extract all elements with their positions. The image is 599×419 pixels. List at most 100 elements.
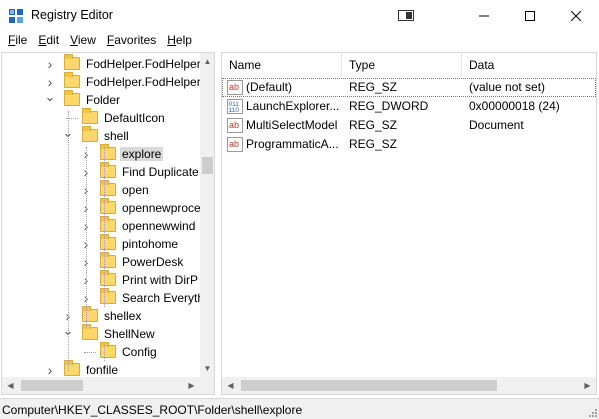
tree-node[interactable]: › pintohome: [2, 234, 200, 253]
folder-icon: [100, 270, 116, 286]
key-tree: › FodHelper.FodHelper › FodHelper.FodHelper…: [2, 53, 204, 377]
chevron-right-icon[interactable]: ›: [44, 75, 56, 89]
resize-grip-icon[interactable]: [587, 407, 597, 417]
scroll-left-icon[interactable]: ◀: [2, 377, 19, 394]
tree-vertical-scrollbar[interactable]: ▲ ▼: [200, 53, 214, 377]
svg-text:ab: ab: [229, 120, 239, 130]
tree-node-label: FodHelper.FodHelper: [86, 75, 201, 89]
list-hscroll-thumb[interactable]: [241, 380, 497, 391]
scrollbar-corner: [200, 377, 214, 394]
value-type: REG_SZ: [349, 80, 398, 94]
tree-node-label: fonfile: [86, 363, 119, 377]
string-value-icon: ab: [227, 80, 243, 95]
tree-node[interactable]: › opennewwind: [2, 216, 200, 235]
column-header-type[interactable]: Type: [342, 53, 461, 77]
folder-icon: [100, 288, 116, 304]
tree-node[interactable]: › Print with DirP: [2, 270, 200, 289]
value-name: ProgrammaticA...: [246, 137, 339, 151]
value-data: Document: [469, 118, 524, 132]
values-list-pane[interactable]: Name Type Data ab (Default) REG_SZ (value n…: [221, 52, 597, 395]
tree-node[interactable]: › PowerDesk: [2, 252, 200, 271]
close-icon: [571, 10, 581, 21]
tree-node[interactable]: DefaultIcon: [2, 108, 200, 127]
tree-node[interactable]: › explore: [2, 144, 200, 163]
chevron-right-icon[interactable]: ›: [44, 363, 56, 377]
column-header-data[interactable]: Data: [462, 53, 596, 77]
tree-node-label: opennewproce: [122, 201, 201, 215]
tree-hscroll-thumb[interactable]: [21, 380, 83, 391]
value-type: REG_SZ: [349, 118, 398, 132]
chevron-down-icon[interactable]: ⌄: [44, 90, 56, 107]
maximize-button[interactable]: [507, 0, 553, 31]
folder-icon: [100, 162, 116, 178]
scroll-up-icon[interactable]: ▲: [200, 53, 214, 70]
snap-layout-icon[interactable]: [398, 10, 414, 21]
menu-view[interactable]: View: [64, 31, 101, 51]
tree-node[interactable]: › Search Everyth: [2, 288, 204, 307]
tree-node-label: shellex: [104, 309, 142, 323]
tree-horizontal-scrollbar[interactable]: ◀ ▶: [2, 377, 200, 394]
scroll-left-icon[interactable]: ◀: [222, 377, 239, 394]
value-name: (Default): [246, 80, 293, 94]
tree-node-label: pintohome: [122, 237, 179, 251]
folder-icon: [100, 342, 116, 358]
value-name: MultiSelectModel: [246, 118, 338, 132]
binary-value-icon: 011110: [227, 99, 243, 114]
tree-node-label: open: [122, 183, 149, 197]
menu-file[interactable]: File: [2, 31, 32, 51]
tree-node-label: Find Duplicate: [122, 165, 199, 179]
value-row[interactable]: ab MultiSelectModel REG_SZ Document: [222, 116, 596, 135]
folder-icon: [100, 198, 116, 214]
tree-node[interactable]: › Find Duplicate: [2, 162, 200, 181]
tree-node-label: explore: [120, 147, 164, 161]
tree-guide-line: [68, 111, 69, 371]
menu-edit[interactable]: Edit: [32, 31, 64, 51]
folder-icon: [64, 90, 80, 106]
tree-node-label: DefaultIcon: [104, 111, 165, 125]
tree-node[interactable]: Config: [2, 342, 200, 361]
current-key-path: Computer\HKEY_CLASSES_ROOT\Folder\shell\…: [2, 403, 303, 417]
tree-node[interactable]: ⌄ shell: [2, 126, 200, 145]
string-value-icon: ab: [227, 118, 243, 133]
value-type: REG_DWORD: [349, 99, 429, 113]
tree-guide-line: [104, 147, 105, 307]
menu-favorites[interactable]: Favorites: [101, 31, 161, 51]
value-type: REG_SZ: [349, 137, 398, 151]
tree-node-label: Folder: [86, 93, 121, 107]
value-row[interactable]: 011 110 LaunchExplorer... REG_DWORD 0x000000…: [222, 97, 596, 116]
chevron-right-icon[interactable]: ›: [44, 57, 56, 71]
scroll-right-icon[interactable]: ▶: [579, 377, 596, 394]
window-title: Registry Editor: [31, 8, 113, 22]
scroll-right-icon[interactable]: ▶: [183, 377, 200, 394]
tree-node-label: opennewwind: [122, 219, 196, 233]
string-value-icon: ab: [227, 137, 243, 152]
folder-icon: [64, 72, 80, 88]
tree-node[interactable]: › shellex: [2, 306, 200, 325]
value-row[interactable]: ab (Default) REG_SZ (value not set): [222, 78, 596, 97]
minimize-button[interactable]: [461, 0, 507, 31]
folder-icon: [100, 252, 116, 268]
key-tree-pane[interactable]: › FodHelper.FodHelper › FodHelper.FodHelper…: [1, 52, 215, 395]
tree-node[interactable]: › FodHelper.FodHelper: [2, 72, 201, 91]
value-row[interactable]: ab ProgrammaticA... REG_SZ: [222, 135, 596, 154]
tree-node[interactable]: ⌄ ShellNew: [2, 324, 200, 343]
menu-help[interactable]: Help: [161, 31, 197, 51]
close-button[interactable]: [553, 0, 599, 31]
tree-node-label: PowerDesk: [122, 255, 184, 269]
tree-node[interactable]: › FodHelper.FodHelper: [2, 54, 201, 73]
tree-connector: [84, 352, 96, 353]
value-name: LaunchExplorer...: [246, 99, 339, 113]
folder-icon: [100, 234, 116, 250]
tree-node[interactable]: › open: [2, 180, 200, 199]
title-bar: Registry Editor: [0, 0, 599, 31]
column-header-name[interactable]: Name: [222, 53, 341, 77]
menu-bar: File Edit View Favorites Help: [0, 31, 599, 51]
folder-icon: [82, 306, 98, 322]
folder-icon: [82, 108, 98, 124]
tree-node[interactable]: ⌄ Folder: [2, 90, 200, 109]
scroll-down-icon[interactable]: ▼: [200, 360, 214, 377]
tree-node[interactable]: › opennewproce: [2, 198, 201, 217]
tree-vscroll-thumb[interactable]: [202, 157, 213, 174]
list-horizontal-scrollbar[interactable]: ◀ ▶: [222, 377, 596, 394]
maximize-icon: [525, 10, 535, 21]
